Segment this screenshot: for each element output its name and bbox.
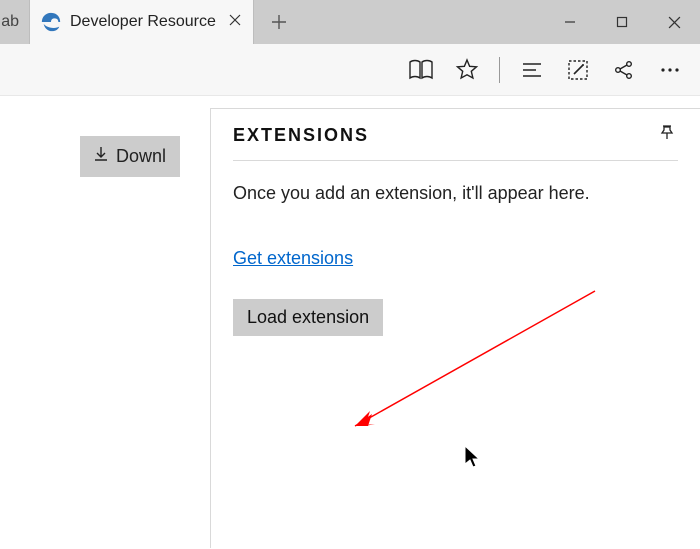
download-button-label: Downl [116, 146, 166, 167]
extensions-panel-header: EXTENSIONS [233, 123, 678, 161]
window-title-bar: ab Developer Resource [0, 0, 700, 44]
share-icon[interactable] [606, 52, 642, 88]
new-tab-button[interactable] [254, 0, 304, 44]
extensions-panel-title: EXTENSIONS [233, 125, 369, 146]
prev-tab-fragment[interactable]: ab [0, 0, 30, 44]
web-note-icon[interactable] [560, 52, 596, 88]
close-tab-icon[interactable] [227, 11, 243, 33]
extensions-panel: EXTENSIONS Once you add an extension, it… [210, 108, 700, 548]
close-window-button[interactable] [648, 0, 700, 44]
more-menu-icon[interactable] [652, 52, 688, 88]
maximize-button[interactable] [596, 0, 648, 44]
pin-icon[interactable] [658, 123, 678, 148]
active-tab[interactable]: Developer Resource [30, 0, 254, 44]
page-content: Downl EXTENSIONS Once you add an extensi… [0, 96, 700, 549]
download-icon [94, 146, 108, 167]
favorites-star-icon[interactable] [449, 52, 485, 88]
reading-view-icon[interactable] [403, 52, 439, 88]
edge-logo-icon [40, 11, 62, 33]
tab-strip-empty [254, 0, 544, 44]
extensions-empty-hint: Once you add an extension, it'll appear … [233, 183, 678, 204]
prev-tab-label: ab [1, 13, 19, 31]
browser-toolbar [0, 44, 700, 96]
hub-icon[interactable] [514, 52, 550, 88]
toolbar-separator [499, 57, 500, 83]
download-button[interactable]: Downl [80, 136, 180, 177]
window-controls [544, 0, 700, 44]
minimize-button[interactable] [544, 0, 596, 44]
active-tab-title: Developer Resource [70, 13, 219, 31]
extensions-panel-body: Once you add an extension, it'll appear … [233, 161, 678, 358]
get-extensions-link[interactable]: Get extensions [233, 248, 353, 269]
load-extension-button[interactable]: Load extension [233, 299, 383, 336]
